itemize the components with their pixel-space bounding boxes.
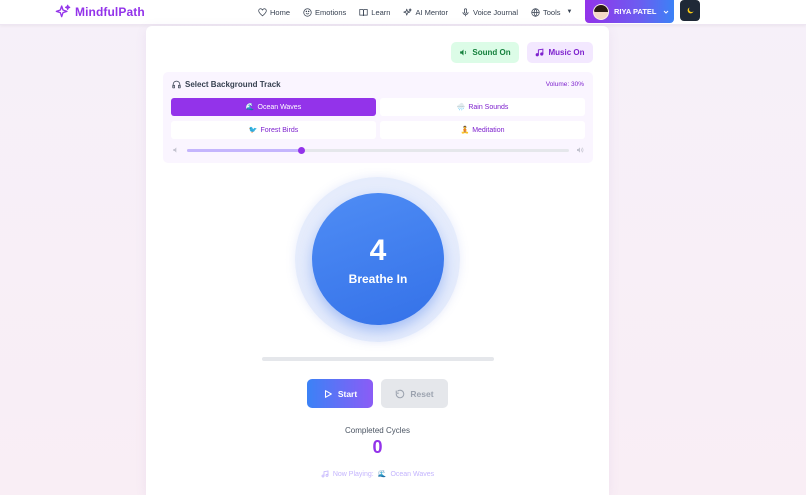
breath-phase: Breathe In [348,272,408,286]
volume-slider-fill [187,149,302,152]
nav-emotions[interactable]: Emotions [303,8,346,17]
volume-low-icon [173,147,177,153]
bird-icon: 🐦 [248,127,258,134]
start-button[interactable]: Start [307,379,373,408]
speaker-icon [460,49,467,56]
track-selector-panel: Select Background Track Volume: 30% 🌊 Oc… [163,72,593,163]
rain-cloud-icon: 🌧️ [456,104,466,111]
moon-icon [687,7,693,14]
nav-learn-label: Learn [371,7,391,17]
music-toggle-button[interactable]: Music On [527,42,593,63]
navbar: MindfulPath Home Emotions Learn AI Mento… [0,0,806,25]
track-ocean-waves-button[interactable]: 🌊 Ocean Waves [171,98,376,116]
breath-progress-bar [262,357,494,361]
smile-icon [303,7,312,17]
volume-label: Volume: 30% [545,81,584,88]
track-label: Ocean Waves [257,103,302,111]
track-rain-sounds-button[interactable]: 🌧️ Rain Sounds [380,98,585,116]
play-icon [324,389,332,398]
now-playing-track: Ocean Waves [390,470,435,478]
reset-button[interactable]: Reset [381,379,448,408]
volume-slider-row [172,145,584,155]
sparkles-icon [403,7,413,15]
music-note-icon [536,48,544,57]
nav-voice-journal-label: Voice Journal [472,7,519,17]
start-button-label: Start [337,388,358,399]
user-name: RIYA PATEL [614,7,657,16]
nav-menu: Home Emotions Learn AI Mentor Voice Jour… [258,5,585,19]
track-header: Select Background Track [172,80,281,89]
sound-toggle-button[interactable]: Sound On [451,42,519,63]
theme-toggle-button[interactable] [680,0,700,21]
brand-name: MindfulPath [75,5,145,19]
cycles-label: Completed Cycles [345,426,410,435]
nav-home-label: Home [270,7,291,17]
nav-learn[interactable]: Learn [359,8,390,17]
book-icon [359,8,368,16]
headphones-icon [172,80,181,89]
music-note-icon [321,470,329,478]
nav-emotions-label: Emotions [315,7,347,17]
nav-ai-mentor[interactable]: AI Mentor [403,8,448,17]
caret-down-icon: ▼ [566,9,573,15]
chevron-down-icon [663,10,668,14]
track-header-label: Select Background Track [185,80,281,89]
microphone-icon [462,7,469,16]
track-label: Forest Birds [260,126,299,134]
track-label: Rain Sounds [468,103,509,111]
volume-slider[interactable] [187,147,569,154]
avatar [593,3,609,20]
music-toggle-label: Music On [548,48,585,57]
volume-slider-thumb[interactable] [298,147,306,154]
nav-ai-mentor-label: AI Mentor [415,7,448,17]
reset-button-label: Reset [410,388,434,399]
cycles-value: 0 [372,437,383,457]
nav-tools[interactable]: Tools ▼ [531,8,572,17]
reset-icon [396,389,405,398]
sparkles-logo-icon [55,4,71,18]
brand[interactable]: MindfulPath [55,3,145,21]
track-label: Meditation [472,126,505,134]
sound-toggle-label: Sound On [472,48,511,57]
track-forest-birds-button[interactable]: 🐦 Forest Birds [171,121,376,139]
nav-home[interactable]: Home [258,8,290,17]
heart-icon [258,7,267,16]
volume-high-icon [577,147,584,153]
user-menu-button[interactable]: RIYA PATEL [585,0,674,23]
nav-tools-label: Tools [543,7,561,17]
track-meditation-button[interactable]: 🧘 Meditation [380,121,585,139]
meditation-icon: 🧘 [460,127,470,134]
breath-circle: 4 Breathe In [312,193,444,325]
breath-countdown: 4 [369,234,387,267]
nav-voice-journal[interactable]: Voice Journal [461,8,518,17]
now-playing-label: Now Playing: [332,470,374,478]
globe-icon [531,7,540,17]
now-playing: Now Playing: 🌊 Ocean Waves [146,470,609,478]
breathing-card: Sound On Music On Select Background Trac… [146,26,609,495]
wave-icon: 🌊 [377,471,387,478]
wave-icon: 🌊 [245,104,255,111]
